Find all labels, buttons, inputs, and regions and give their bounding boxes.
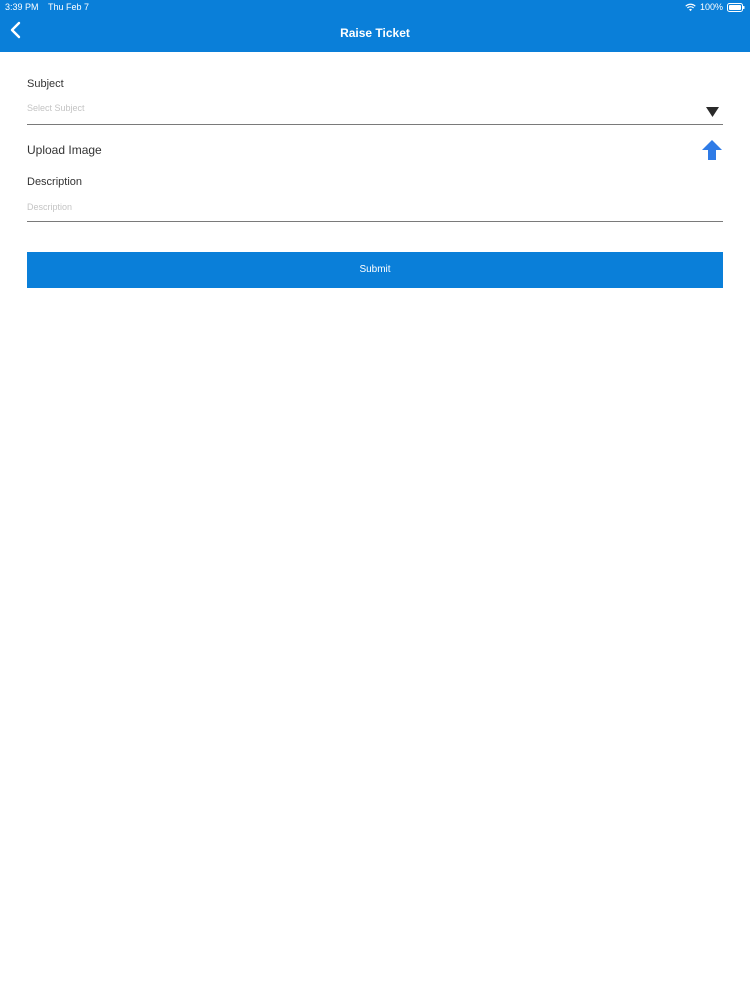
description-label: Description [27, 176, 83, 188]
subject-placeholder: Select Subject [27, 103, 85, 113]
battery-icon [727, 2, 745, 12]
description-underline [27, 221, 723, 222]
app-header: 3:39 PM Thu Feb 7 100% Raise Ticket [0, 0, 750, 52]
subject-underline [27, 124, 723, 125]
submit-button[interactable]: Submit [27, 252, 723, 288]
description-placeholder: Description [27, 202, 73, 212]
arrow-up-icon[interactable] [702, 140, 722, 160]
status-date: Thu Feb 7 [48, 2, 90, 12]
status-bar: 3:39 PM Thu Feb 7 100% [0, 0, 750, 14]
nav-bar: Raise Ticket [0, 14, 750, 52]
description-input[interactable]: Description [27, 195, 723, 222]
upload-image-label: Upload Image [27, 143, 102, 157]
status-indicators: 100% [685, 0, 745, 14]
subject-select[interactable]: Select Subject [27, 98, 723, 124]
subject-label: Subject [27, 78, 64, 90]
wifi-icon [685, 3, 696, 12]
battery-percent: 100% [699, 2, 723, 12]
page-title: Raise Ticket [340, 26, 410, 40]
triangle-down-icon[interactable] [706, 104, 719, 122]
status-time: 3:39 PM [5, 2, 39, 12]
